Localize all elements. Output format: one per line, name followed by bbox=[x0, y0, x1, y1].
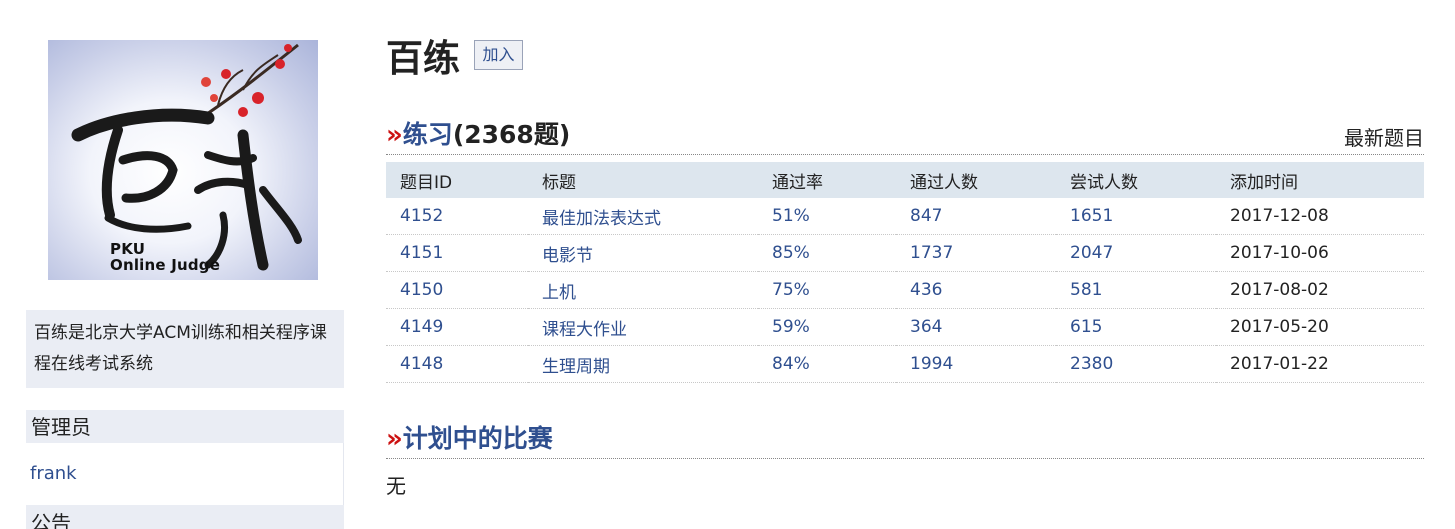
problem-accepted-link[interactable]: 847 bbox=[910, 206, 942, 226]
problem-accepted-link[interactable]: 1994 bbox=[910, 354, 953, 374]
problem-title-link[interactable]: 生理周期 bbox=[542, 357, 610, 377]
plum-blossom-logo-art bbox=[71, 43, 302, 271]
problem-rate-link[interactable]: 84% bbox=[772, 354, 810, 374]
logo-text-2: Online Judge bbox=[110, 256, 221, 274]
problem-accepted-link[interactable]: 436 bbox=[910, 280, 942, 300]
problem-attempted-link[interactable]: 2047 bbox=[1070, 243, 1113, 263]
join-button[interactable]: 加入 bbox=[474, 40, 523, 70]
table-row: 4150 上机 75% 436 581 2017-08-02 bbox=[386, 271, 1424, 309]
column-header-id: 题目ID bbox=[386, 162, 528, 198]
problem-rate-link[interactable]: 51% bbox=[772, 206, 810, 226]
admin-user-link[interactable]: frank bbox=[30, 463, 77, 484]
column-header-rate: 通过率 bbox=[758, 162, 896, 198]
notice-heading: 公告 bbox=[26, 505, 344, 529]
section-arrow-icon: » bbox=[386, 120, 403, 150]
problem-id-link[interactable]: 4152 bbox=[400, 206, 443, 226]
practice-section-header: »练习(2368题) 最新题目 bbox=[386, 118, 1424, 155]
column-header-attempted: 尝试人数 bbox=[1056, 162, 1216, 198]
problem-date: 2017-05-20 bbox=[1216, 308, 1424, 346]
practice-count: (2368题) bbox=[452, 120, 571, 149]
group-title: 百练 bbox=[386, 37, 460, 80]
column-header-date: 添加时间 bbox=[1216, 162, 1424, 198]
contests-section-header: »计划中的比赛 bbox=[386, 422, 1424, 459]
problem-date: 2017-08-02 bbox=[1216, 271, 1424, 309]
column-header-title: 标题 bbox=[528, 162, 758, 198]
practice-link[interactable]: 练习 bbox=[403, 120, 453, 149]
problem-date: 2017-01-22 bbox=[1216, 345, 1424, 383]
problem-title-link[interactable]: 最佳加法表达式 bbox=[542, 209, 661, 229]
problem-title-link[interactable]: 上机 bbox=[542, 283, 576, 303]
site-logo[interactable]: PKU Online Judge bbox=[48, 40, 318, 280]
problem-id-link[interactable]: 4149 bbox=[400, 317, 443, 337]
column-header-accepted: 通过人数 bbox=[896, 162, 1056, 198]
problem-id-link[interactable]: 4150 bbox=[400, 280, 443, 300]
table-header-row: 题目ID 标题 通过率 通过人数 尝试人数 添加时间 bbox=[386, 162, 1424, 198]
problem-attempted-link[interactable]: 581 bbox=[1070, 280, 1102, 300]
contests-heading: 计划中的比赛 bbox=[402, 424, 553, 453]
problem-title-link[interactable]: 课程大作业 bbox=[542, 320, 627, 340]
problem-attempted-link[interactable]: 615 bbox=[1070, 317, 1102, 337]
problem-id-link[interactable]: 4151 bbox=[400, 243, 443, 263]
section-arrow-icon: » bbox=[386, 424, 403, 454]
latest-problems-link[interactable]: 最新题目 bbox=[1344, 122, 1424, 151]
table-row: 4151 电影节 85% 1737 2047 2017-10-06 bbox=[386, 234, 1424, 272]
admin-heading: 管理员 bbox=[26, 410, 344, 443]
problem-accepted-link[interactable]: 1737 bbox=[910, 243, 953, 263]
page: PKU Online Judge 百练是北京大学ACM训练和相关程序课程在线考试… bbox=[0, 0, 1455, 529]
problem-id-link[interactable]: 4148 bbox=[400, 354, 443, 374]
problem-rate-link[interactable]: 59% bbox=[772, 317, 810, 337]
site-intro: 百练是北京大学ACM训练和相关程序课程在线考试系统 bbox=[26, 310, 344, 388]
problem-rate-link[interactable]: 75% bbox=[772, 280, 810, 300]
problem-date: 2017-10-06 bbox=[1216, 234, 1424, 272]
problem-title-link[interactable]: 电影节 bbox=[542, 246, 593, 266]
problem-rate-link[interactable]: 85% bbox=[772, 243, 810, 263]
contests-empty-text: 无 bbox=[386, 474, 406, 498]
table-row: 4152 最佳加法表达式 51% 847 1651 2017-12-08 bbox=[386, 198, 1424, 235]
problem-attempted-link[interactable]: 1651 bbox=[1070, 206, 1113, 226]
table-row: 4149 课程大作业 59% 364 615 2017-05-20 bbox=[386, 308, 1424, 346]
problem-accepted-link[interactable]: 364 bbox=[910, 317, 942, 337]
problem-attempted-link[interactable]: 2380 bbox=[1070, 354, 1113, 374]
problems-table: 题目ID 标题 通过率 通过人数 尝试人数 添加时间 4152 最佳加法表达式 … bbox=[386, 162, 1424, 383]
table-row: 4148 生理周期 84% 1994 2380 2017-01-22 bbox=[386, 345, 1424, 383]
problem-date: 2017-12-08 bbox=[1216, 198, 1424, 235]
admin-panel: frank bbox=[26, 443, 344, 505]
